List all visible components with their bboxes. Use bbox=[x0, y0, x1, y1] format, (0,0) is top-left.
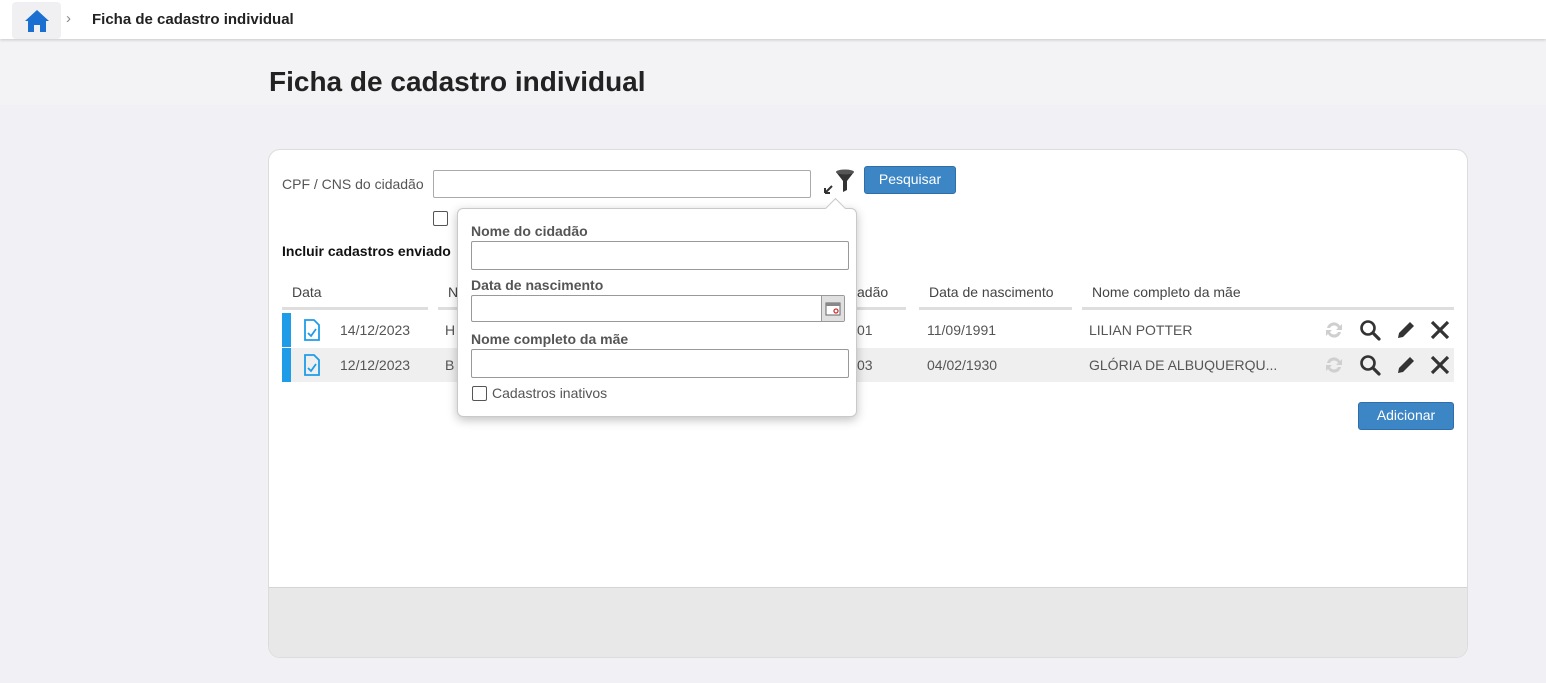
include-checkbox[interactable] bbox=[433, 211, 448, 226]
close-icon[interactable] bbox=[1428, 353, 1452, 377]
home-icon bbox=[24, 9, 49, 32]
cell-doc: 01 bbox=[857, 322, 873, 338]
close-icon[interactable] bbox=[1428, 318, 1452, 342]
row-status-marker bbox=[282, 313, 291, 347]
add-button[interactable]: Adicionar bbox=[1358, 402, 1454, 430]
search-button[interactable]: Pesquisar bbox=[864, 166, 956, 194]
include-sent-label: Incluir cadastros enviado bbox=[282, 243, 451, 259]
inactive-checkbox[interactable] bbox=[472, 386, 487, 401]
citizen-name-label: Nome do cidadão bbox=[471, 223, 588, 239]
column-header-birth[interactable]: Data de nascimento bbox=[929, 284, 1054, 300]
cell-date: 14/12/2023 bbox=[340, 322, 411, 338]
mother-name-label: Nome completo da mãe bbox=[471, 331, 629, 347]
page-title: Ficha de cadastro individual bbox=[269, 66, 646, 97]
mother-name-input[interactable] bbox=[471, 349, 849, 378]
cpf-label: CPF / CNS do cidadão bbox=[282, 176, 424, 192]
cell-name: B bbox=[445, 357, 455, 373]
row-status-marker bbox=[282, 348, 291, 382]
header-band bbox=[0, 39, 1546, 105]
cpf-input[interactable] bbox=[433, 170, 811, 198]
sync-icon[interactable] bbox=[1322, 353, 1346, 377]
birth-date-input[interactable] bbox=[471, 295, 845, 322]
top-bar: › Ficha de cadastro individual bbox=[0, 0, 1546, 39]
cell-birth: 11/09/1991 bbox=[927, 322, 997, 338]
cell-mother: GLÓRIA DE ALBUQUERQU... bbox=[1089, 357, 1278, 373]
column-header-mother[interactable]: Nome completo da mãe bbox=[1092, 284, 1241, 300]
search-card: CPF / CNS do cidadão Pesquisar Incluir c… bbox=[268, 149, 1468, 658]
header-underline bbox=[1082, 307, 1454, 310]
cell-date: 12/12/2023 bbox=[340, 357, 411, 373]
row-actions bbox=[1322, 318, 1454, 342]
column-header-doc[interactable]: adão bbox=[857, 284, 888, 300]
birth-date-label: Data de nascimento bbox=[471, 277, 604, 293]
chevron-right-icon: › bbox=[66, 10, 71, 27]
column-header-date[interactable]: Data bbox=[292, 284, 322, 300]
citizen-name-input[interactable] bbox=[471, 241, 849, 270]
document-check-icon[interactable] bbox=[303, 354, 321, 376]
filter-icon[interactable] bbox=[822, 168, 856, 196]
cell-birth: 04/02/1930 bbox=[927, 357, 998, 373]
cell-mother: LILIAN POTTER bbox=[1089, 322, 1193, 338]
header-underline bbox=[282, 307, 428, 310]
breadcrumb-current: Ficha de cadastro individual bbox=[92, 11, 294, 28]
row-actions bbox=[1322, 353, 1454, 377]
header-underline bbox=[919, 307, 1072, 310]
document-check-icon[interactable] bbox=[303, 319, 321, 341]
cell-doc: 03 bbox=[857, 357, 873, 373]
card-footer bbox=[269, 587, 1467, 657]
filter-popover: Nome do cidadão Data de nascimento Nome … bbox=[457, 197, 857, 417]
home-button[interactable] bbox=[12, 2, 61, 39]
calendar-icon[interactable] bbox=[821, 296, 844, 321]
search-icon[interactable] bbox=[1358, 353, 1382, 377]
pencil-icon[interactable] bbox=[1394, 353, 1418, 377]
sync-icon[interactable] bbox=[1322, 318, 1346, 342]
pencil-icon[interactable] bbox=[1394, 318, 1418, 342]
search-icon[interactable] bbox=[1358, 318, 1382, 342]
cell-name: H bbox=[445, 322, 456, 338]
inactive-label: Cadastros inativos bbox=[492, 385, 608, 401]
